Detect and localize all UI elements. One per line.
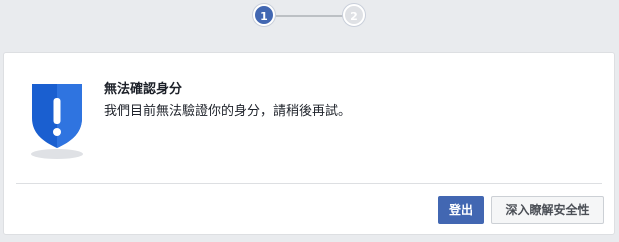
security-check-dialog: 無法確認身分 我們目前無法驗證你的身分，請稍後再試。 登出 深入瞭解安全性 xyxy=(3,52,615,235)
step-2-indicator: 2 xyxy=(343,4,365,26)
dialog-title: 無法確認身分 xyxy=(104,82,183,97)
dialog-message: 我們目前無法驗證你的身分，請稍後再試。 xyxy=(104,104,352,119)
shield-alert-icon xyxy=(31,84,83,159)
learn-more-security-button[interactable]: 深入瞭解安全性 xyxy=(491,196,604,224)
logout-button[interactable]: 登出 xyxy=(438,196,484,224)
divider xyxy=(16,183,602,184)
step-1-indicator: 1 xyxy=(253,4,275,26)
stepper-connector xyxy=(274,15,344,17)
progress-stepper: 1 2 xyxy=(0,4,619,28)
